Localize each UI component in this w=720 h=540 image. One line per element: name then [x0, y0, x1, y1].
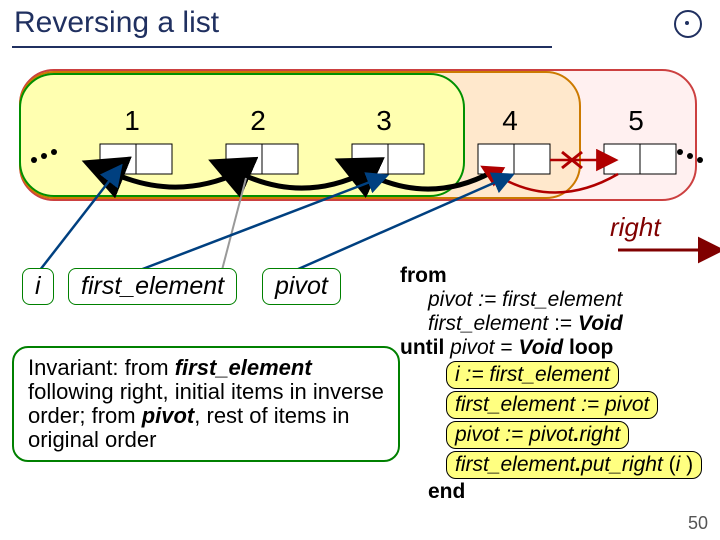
page-number: 50 [688, 513, 708, 534]
var-i: i [22, 268, 54, 305]
halo-3 [20, 74, 464, 196]
var-pivot: pivot [262, 268, 341, 305]
svg-text:2: 2 [250, 105, 266, 136]
svg-text:4: 4 [502, 105, 518, 136]
diagram-canvas: 1 2 3 4 5 [0, 0, 720, 300]
svg-text:3: 3 [376, 105, 392, 136]
svg-text:5: 5 [628, 105, 644, 136]
svg-text:1: 1 [124, 105, 140, 136]
right-label: right [610, 212, 661, 243]
invariant-box: Invariant: from first_element following … [12, 346, 400, 462]
code-block: from pivot := first_element first_elemen… [400, 264, 716, 504]
var-first-element: first_element [68, 268, 237, 305]
